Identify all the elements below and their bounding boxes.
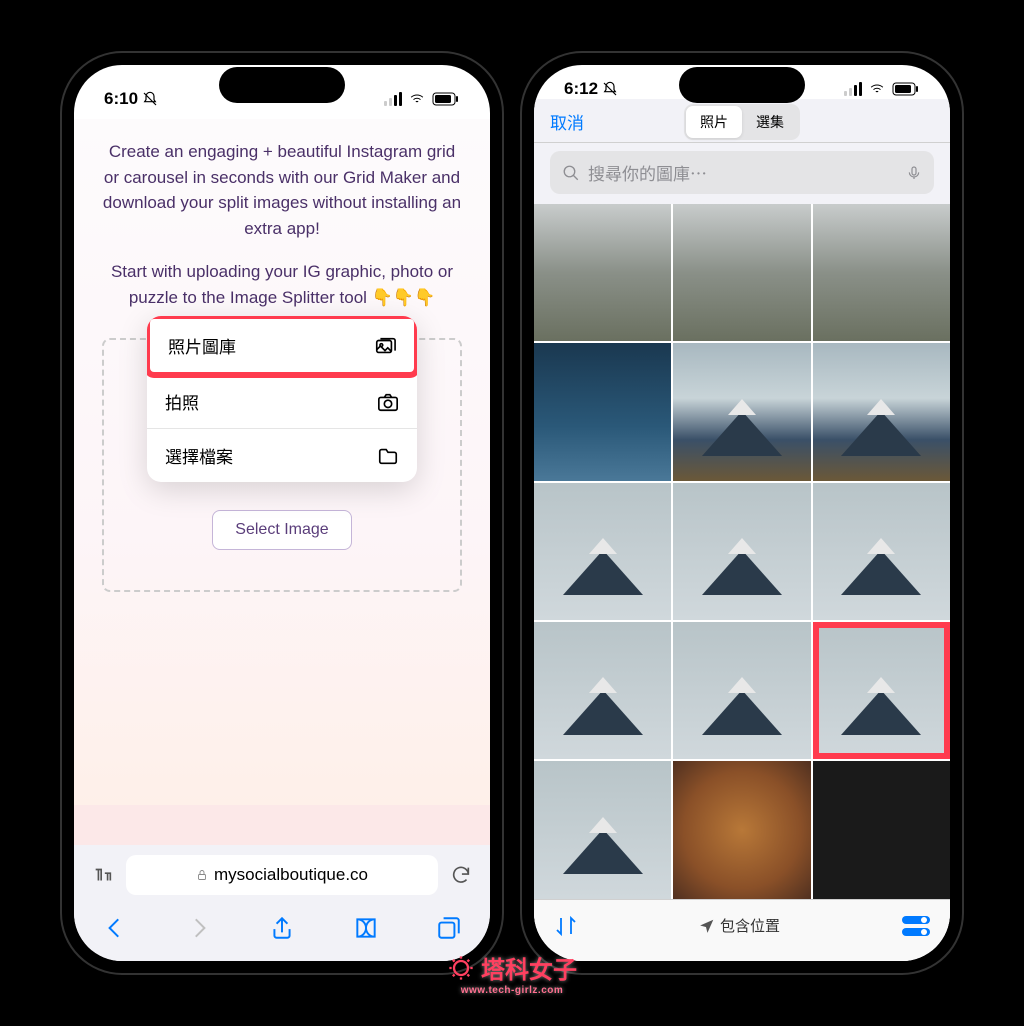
photo-grid <box>534 204 950 899</box>
menu-photo-library[interactable]: 照片圖庫 <box>147 316 417 378</box>
signal-icon <box>384 92 402 106</box>
watermark: 塔科女子 www.tech-girlz.com <box>447 950 577 996</box>
photo-thumbnail[interactable] <box>534 622 671 759</box>
photo-thumbnail[interactable] <box>813 343 950 480</box>
phone-left: 6:10 Create an engaging + beautiful Inst… <box>62 53 502 973</box>
photo-thumbnail[interactable] <box>673 761 810 898</box>
lock-icon <box>196 869 208 881</box>
menu-label: 拍照 <box>165 389 199 414</box>
status-time: 6:10 <box>104 89 138 109</box>
menu-label: 照片圖庫 <box>168 333 236 358</box>
folder-icon <box>377 445 399 467</box>
cancel-button[interactable]: 取消 <box>550 109 584 134</box>
photo-thumbnail[interactable] <box>534 204 671 341</box>
dnd-icon <box>142 91 158 107</box>
dnd-icon <box>602 81 618 97</box>
url-field[interactable]: mysocialboutique.co <box>126 855 438 895</box>
search-row: 搜尋你的圖庫⋯ <box>534 143 950 204</box>
picker-footer: 包含位置 <box>534 899 950 961</box>
photo-picker: 取消 照片 選集 搜尋你的圖庫⋯ <box>534 99 950 961</box>
webpage-content: Create an engaging + beautiful Instagram… <box>74 119 490 805</box>
location-indicator: 包含位置 <box>700 915 780 936</box>
photo-thumbnail[interactable] <box>534 483 671 620</box>
camera-icon <box>377 391 399 413</box>
page-footer-strip <box>74 805 490 845</box>
tabs-icon[interactable] <box>436 915 462 941</box>
sort-icon[interactable] <box>554 914 578 938</box>
watermark-url: www.tech-girlz.com <box>461 985 564 996</box>
wifi-icon <box>868 82 886 96</box>
photo-thumbnail[interactable] <box>673 343 810 480</box>
back-icon[interactable] <box>102 915 128 941</box>
search-placeholder: 搜尋你的圖庫⋯ <box>588 160 898 185</box>
photo-thumbnail[interactable] <box>813 204 950 341</box>
location-label: 包含位置 <box>720 915 780 936</box>
reload-icon[interactable] <box>450 864 472 886</box>
url-text: mysocialboutique.co <box>214 865 368 885</box>
location-icon <box>700 919 714 933</box>
photo-thumbnail[interactable] <box>673 204 810 341</box>
battery-icon <box>892 82 920 96</box>
menu-label: 選擇檔案 <box>165 443 233 468</box>
bookmarks-icon[interactable] <box>353 915 379 941</box>
battery-icon <box>432 92 460 106</box>
watermark-icon <box>447 954 475 982</box>
options-toggle-icon[interactable] <box>902 916 930 936</box>
safari-url-bar: mysocialboutique.co <box>74 845 490 905</box>
intro-paragraph-2: Start with uploading your IG graphic, ph… <box>102 259 462 310</box>
photo-thumbnail[interactable] <box>813 761 950 898</box>
signal-icon <box>844 82 862 96</box>
dynamic-island <box>679 67 805 103</box>
share-icon[interactable] <box>269 915 295 941</box>
segment-photos[interactable]: 照片 <box>686 106 742 138</box>
segment-control: 照片 選集 <box>684 104 800 140</box>
photo-thumbnail[interactable] <box>534 343 671 480</box>
search-icon <box>562 164 580 182</box>
forward-icon[interactable] <box>186 915 212 941</box>
phone-right: 6:12 取消 照片 選集 搜尋你的圖庫⋯ <box>522 53 962 973</box>
dynamic-island <box>219 67 345 103</box>
photo-thumbnail-selected[interactable] <box>813 622 950 759</box>
photo-thumbnail[interactable] <box>673 483 810 620</box>
photo-thumbnail[interactable] <box>534 761 671 898</box>
text-size-icon[interactable] <box>92 864 114 886</box>
safari-toolbar <box>74 905 490 961</box>
file-source-menu: 照片圖庫 拍照 選擇檔案 <box>147 316 417 482</box>
photo-thumbnail[interactable] <box>813 483 950 620</box>
menu-take-photo[interactable]: 拍照 <box>147 375 417 429</box>
status-time: 6:12 <box>564 79 598 99</box>
search-input[interactable]: 搜尋你的圖庫⋯ <box>550 151 934 194</box>
upload-dropzone[interactable]: 照片圖庫 拍照 選擇檔案 Select Image <box>102 338 462 592</box>
picker-header: 取消 照片 選集 <box>534 99 950 143</box>
select-image-button[interactable]: Select Image <box>212 510 351 550</box>
screen-left: 6:10 Create an engaging + beautiful Inst… <box>74 65 490 961</box>
wifi-icon <box>408 92 426 106</box>
segment-albums[interactable]: 選集 <box>742 106 798 138</box>
photo-library-icon <box>374 335 396 357</box>
screen-right: 6:12 取消 照片 選集 搜尋你的圖庫⋯ <box>534 65 950 961</box>
menu-choose-file[interactable]: 選擇檔案 <box>147 429 417 482</box>
mic-icon[interactable] <box>906 165 922 181</box>
watermark-title: 塔科女子 <box>481 950 577 985</box>
photo-thumbnail[interactable] <box>673 622 810 759</box>
intro-paragraph-1: Create an engaging + beautiful Instagram… <box>102 139 462 241</box>
